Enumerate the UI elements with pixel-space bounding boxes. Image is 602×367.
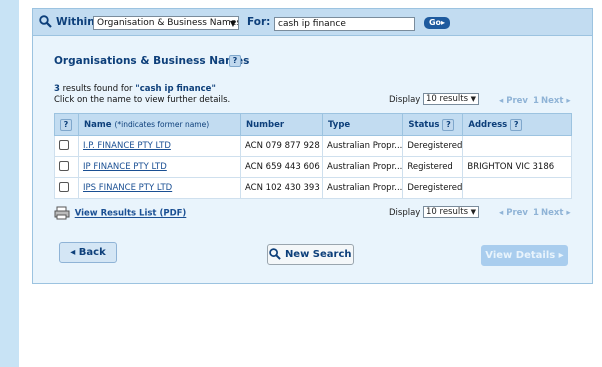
printer-icon [54, 206, 70, 220]
within-select[interactable]: Organisation & Business Names ▼ [93, 16, 239, 30]
page-number-bottom: 1 [533, 208, 539, 218]
search-icon [269, 248, 282, 260]
header-address: Address ? [462, 113, 572, 136]
row-number: ACN 659 443 606 [240, 156, 323, 178]
results-count: 3 results found for "cash ip finance" [54, 84, 216, 94]
page-number-top: 1 [533, 96, 539, 106]
row-type: Australian Propr... [321, 135, 404, 157]
table-row: I.P. FINANCE PTY LTD ACN 079 877 928 Aus… [54, 135, 572, 157]
new-search-button-label: New Search [284, 249, 352, 260]
section-title: Organisations & Business Names [54, 55, 250, 67]
header-type: Type [321, 113, 404, 136]
row-name-link[interactable]: IP FINANCE PTY LTD [83, 162, 167, 172]
next-link-top[interactable]: Next ▸ [541, 96, 571, 106]
row-checkbox-cell [54, 135, 79, 157]
help-icon[interactable]: ? [442, 118, 455, 131]
arrow-right-icon: ▸ [441, 18, 446, 27]
prev-link-top[interactable]: ◂ Prev [499, 96, 528, 106]
row-checkbox[interactable] [59, 181, 69, 192]
display-select-bottom[interactable]: 10 results ▼ [423, 206, 479, 218]
display-select-bottom-value: 10 results [426, 207, 468, 217]
within-select-value: Organisation & Business Names [97, 18, 239, 28]
row-name-cell: IP FINANCE PTY LTD [78, 156, 241, 178]
row-address [462, 135, 572, 157]
table-row: IPS FINANCE PTY LTD ACN 102 430 393 Aust… [54, 177, 572, 199]
left-sidebar-strip [0, 0, 19, 367]
header-status-label: Status [408, 119, 440, 130]
row-type: Australian Propr... [321, 156, 404, 178]
chevron-down-icon: ▼ [470, 208, 476, 216]
row-name-cell: I.P. FINANCE PTY LTD [78, 135, 241, 157]
search-input[interactable]: cash ip finance [274, 17, 415, 31]
search-bar: Within: Organisation & Business Names ▼ … [33, 9, 592, 36]
display-select-top[interactable]: 10 results ▼ [423, 93, 479, 105]
chevron-right-icon: ▸ [555, 250, 564, 261]
search-panel: Within: Organisation & Business Names ▼ … [32, 8, 593, 284]
row-name-link[interactable]: I.P. FINANCE PTY LTD [83, 141, 171, 151]
chevron-left-icon: ◂ [70, 247, 79, 258]
display-select-top-value: 10 results [426, 94, 468, 104]
header-name: Name (*indicates former name) [78, 113, 241, 136]
row-checkbox-cell [54, 177, 79, 199]
header-name-label: Name [84, 119, 112, 130]
view-results-pdf-link[interactable]: View Results List (PDF) [75, 209, 187, 219]
prev-link-bottom[interactable]: ◂ Prev [499, 208, 528, 218]
header-help-cell: ? [54, 113, 79, 136]
help-icon[interactable]: ? [229, 55, 241, 67]
results-query: "cash ip finance" [135, 84, 216, 94]
back-button-label: Back [78, 247, 106, 258]
row-number: ACN 102 430 393 [240, 177, 323, 199]
row-status: Registered [402, 156, 464, 178]
row-checkbox[interactable] [59, 139, 69, 150]
pdf-link-container: View Results List (PDF) [54, 206, 186, 220]
results-count-text: results found for [59, 84, 136, 94]
row-address: BRIGHTON VIC 3186 [462, 156, 572, 178]
go-button[interactable]: Go▸ [424, 17, 450, 29]
new-search-button[interactable]: New Search [267, 244, 354, 265]
display-label-bottom: Display [389, 208, 421, 218]
help-icon[interactable]: ? [60, 118, 72, 131]
row-status: Deregistered [402, 135, 464, 157]
results-hint: Click on the name to view further detail… [54, 95, 231, 105]
chevron-down-icon: ▼ [229, 19, 236, 28]
header-name-note: (*indicates former name) [114, 119, 210, 129]
row-address [462, 177, 572, 199]
row-status: Deregistered [402, 177, 464, 199]
for-label: For: [247, 16, 271, 28]
view-details-button[interactable]: View Details ▸ [481, 245, 568, 266]
row-name-cell: IPS FINANCE PTY LTD [78, 177, 241, 199]
display-label-top: Display [389, 95, 421, 105]
row-name-link[interactable]: IPS FINANCE PTY LTD [83, 183, 172, 193]
go-button-label: Go [428, 18, 442, 27]
view-details-button-label: View Details [485, 250, 556, 261]
next-link-bottom[interactable]: Next ▸ [541, 208, 571, 218]
header-number: Number [240, 113, 323, 136]
row-number: ACN 079 877 928 [240, 135, 323, 157]
help-icon[interactable]: ? [510, 118, 523, 131]
header-address-label: Address [468, 119, 508, 130]
row-checkbox-cell [54, 156, 79, 178]
table-row: IP FINANCE PTY LTD ACN 659 443 606 Austr… [54, 156, 572, 178]
search-icon [39, 15, 52, 28]
row-checkbox[interactable] [59, 160, 69, 171]
row-type: Australian Propr... [321, 177, 404, 199]
results-table: ? Name (*indicates former name) Number T… [54, 113, 572, 199]
table-header-row: ? Name (*indicates former name) Number T… [54, 113, 572, 136]
back-button[interactable]: ◂ Back [59, 242, 117, 263]
chevron-down-icon: ▼ [470, 95, 476, 103]
header-status: Status ? [402, 113, 464, 136]
